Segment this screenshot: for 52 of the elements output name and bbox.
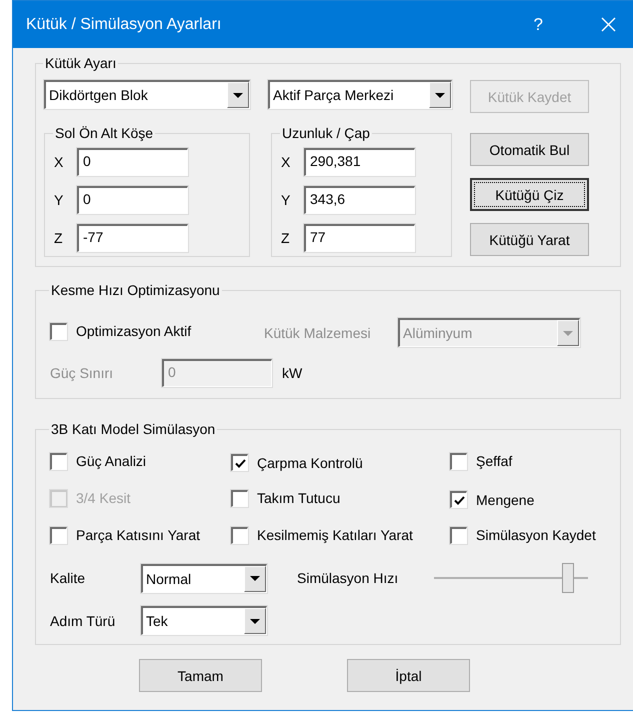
- input-field[interactable]: 77: [304, 224, 415, 252]
- group-title: 3B Katı Model Simülasyon: [50, 421, 216, 438]
- caret-icon: [250, 618, 260, 624]
- field-label: Güç Sınırı: [50, 365, 114, 381]
- slider-thumb[interactable]: [562, 563, 574, 593]
- group-title: Kütük Ayarı: [44, 55, 118, 72]
- checkbox[interactable]: Şeffaf: [450, 452, 512, 470]
- close-button[interactable]: [601, 17, 616, 32]
- ok-button[interactable]: Tamam: [139, 659, 262, 692]
- field-label: X: [54, 154, 64, 170]
- auto-find-button[interactable]: Otomatik Bul: [470, 133, 589, 166]
- caret-icon: [250, 576, 260, 581]
- unit-label: kW: [282, 365, 302, 381]
- field-label: Kalite: [50, 570, 86, 586]
- dropdown[interactable]: Normal: [141, 564, 267, 592]
- input-field[interactable]: -77: [77, 224, 188, 252]
- dropdown[interactable]: Aktif Parça Merkezi: [268, 80, 452, 109]
- input-field[interactable]: 290,381: [304, 148, 415, 176]
- check-icon: [234, 458, 246, 468]
- dropdown[interactable]: Dikdörtgen Blok: [44, 80, 250, 109]
- checkbox[interactable]: Takım Tutucu: [231, 490, 340, 506]
- input-field[interactable]: 0: [77, 186, 188, 214]
- field-label: Kütük Malzemesi: [264, 324, 372, 340]
- checkbox[interactable]: Parça Katısını Yarat: [50, 526, 200, 544]
- group-title: Sol Ön Alt Köşe: [54, 125, 154, 142]
- checkbox[interactable]: Güç Analizi: [50, 452, 146, 470]
- window-title: Kütük / Simülasyon Ayarları: [26, 16, 222, 34]
- dropdown[interactable]: Tek: [141, 606, 267, 635]
- field-label: Adım Türü: [50, 612, 116, 628]
- checkbox[interactable]: Simülasyon Kaydet: [450, 526, 596, 544]
- slider-label: Simülasyon Hızı: [297, 570, 400, 586]
- field-label: X: [281, 154, 292, 170]
- group-title: Kesme Hızı Optimizasyonu: [50, 282, 221, 299]
- field-label: Z: [54, 230, 64, 246]
- cancel-button[interactable]: İptal: [347, 659, 470, 692]
- checkbox[interactable]: Optimizasyon Aktif: [50, 322, 192, 340]
- caret-icon: [435, 92, 445, 98]
- help-button[interactable]: ?: [534, 14, 543, 34]
- check-icon: [454, 496, 464, 504]
- draw-button[interactable]: Kütüğü Çiz: [470, 178, 589, 211]
- checkbox[interactable]: Çarpma Kontrolü: [231, 454, 363, 471]
- field-label: Y: [54, 192, 64, 208]
- input-field[interactable]: 343,6: [304, 186, 415, 214]
- checkbox[interactable]: Kesilmemiş Katıları Yarat: [231, 526, 413, 544]
- group-title: Uzunluk / Çap: [281, 125, 371, 142]
- caret-icon: [563, 330, 573, 336]
- caret-icon: [233, 92, 243, 98]
- field-label: Z: [281, 230, 291, 246]
- create-button[interactable]: Kütüğü Yarat: [470, 223, 589, 256]
- input-field[interactable]: 0: [77, 148, 188, 176]
- checkbox[interactable]: Mengene: [450, 491, 534, 508]
- field-label: Y: [281, 192, 292, 208]
